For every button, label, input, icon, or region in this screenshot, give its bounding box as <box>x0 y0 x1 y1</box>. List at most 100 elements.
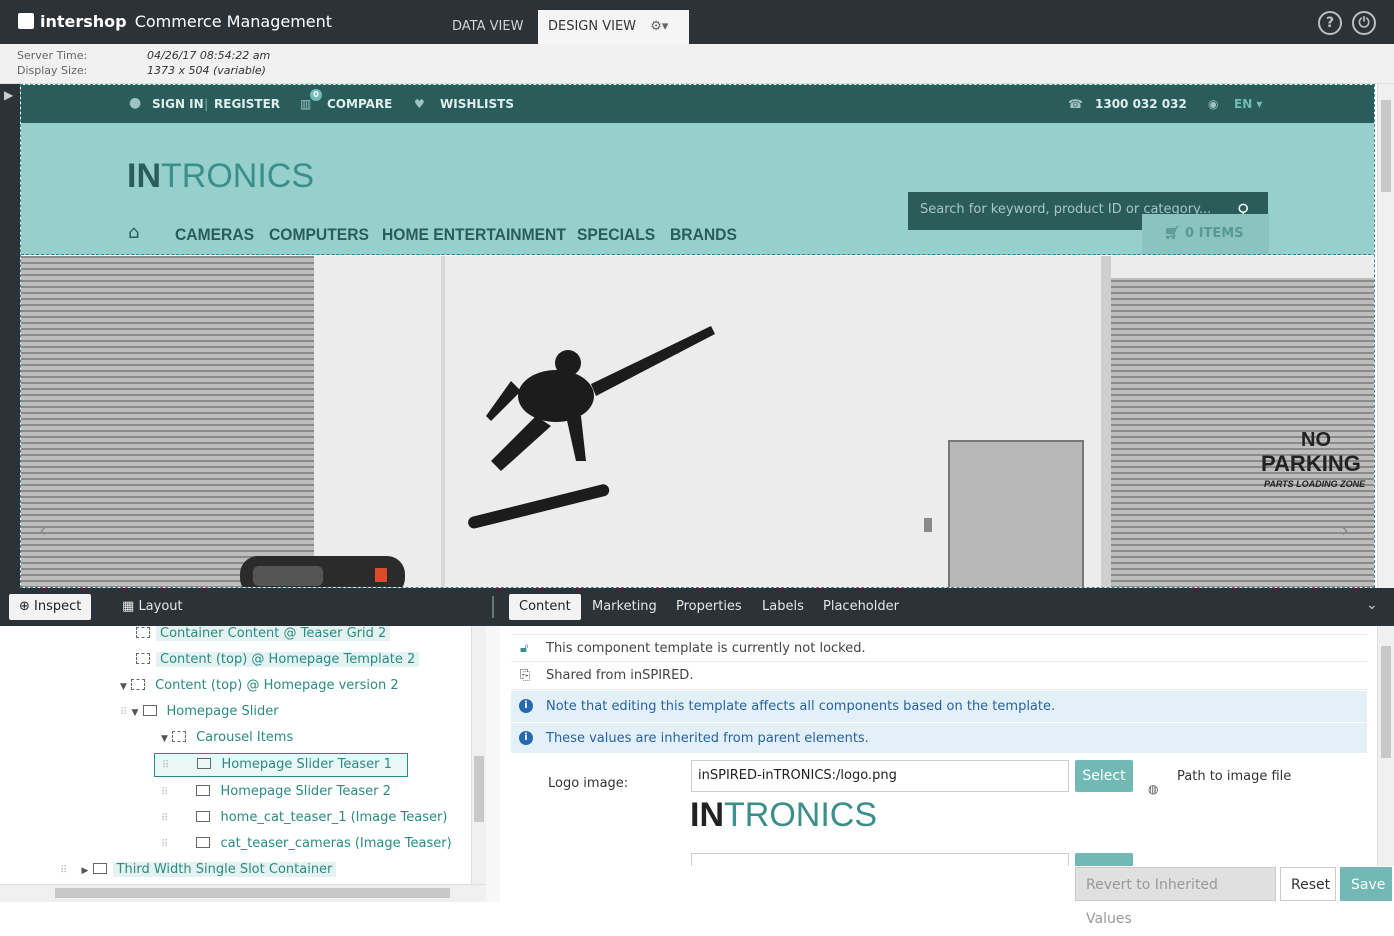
logo-preview-light: TRONICS <box>724 796 877 834</box>
expand-arrow-icon[interactable]: ▶ <box>81 866 88 876</box>
nav-specials[interactable]: SPECIALS <box>577 225 655 245</box>
preview-scroll-thumb[interactable] <box>1381 100 1391 192</box>
intronics-logo[interactable]: INTRONICS <box>127 157 314 196</box>
next-select-button[interactable] <box>1075 853 1133 866</box>
tree-scroll-thumb[interactable] <box>474 756 484 822</box>
info-icon: i <box>519 699 533 713</box>
logo-light: TRONICS <box>161 157 314 195</box>
expand-arrow-icon[interactable]: ▼ <box>131 708 138 718</box>
sign-in-link[interactable]: SIGN IN <box>152 97 204 111</box>
tab-design-label: DESIGN VIEW <box>548 19 637 34</box>
shared-row: ⎘ Shared from inSPIRED. <box>511 662 1367 690</box>
panel-scroll-thumb[interactable] <box>1381 646 1391 758</box>
server-info-bar: Server Time: 04/26/17 08:54:22 am Displa… <box>0 44 1394 84</box>
inspect-button[interactable]: ⊕ Inspect <box>9 594 92 620</box>
tree-node[interactable]: ▼ Carousel Items <box>161 728 297 748</box>
tree-node[interactable]: Container Content @ Teaser Grid 2 <box>136 626 391 644</box>
shared-text: Shared from inSPIRED. <box>546 668 694 683</box>
drag-handle-icon[interactable]: ⠿ <box>161 813 168 824</box>
language-selector[interactable]: EN ▾ <box>1234 97 1262 111</box>
tree-hscrollbar[interactable] <box>0 884 486 902</box>
hero-slider[interactable]: NO PARKING PARTS LOADING ZONE ‹ › <box>21 256 1374 587</box>
tree-node-label: cat_teaser_cameras (Image Teaser) <box>220 836 452 851</box>
collapse-chevron-icon[interactable]: ⌄ <box>1366 597 1378 613</box>
container-icon <box>136 627 150 638</box>
tree-node[interactable]: ⠿ home_cat_teaser_1 (Image Teaser) <box>161 808 451 828</box>
tab-properties[interactable]: Properties <box>666 594 752 620</box>
tab-placeholder[interactable]: Placeholder <box>813 594 909 620</box>
separator: | <box>204 97 209 111</box>
component-icon <box>196 811 211 822</box>
tab-design-view[interactable]: DESIGN VIEW ⚙▾ <box>538 10 689 44</box>
tab-data-view[interactable]: DATA VIEW <box>442 10 533 44</box>
path-hint: Path to image file <box>1177 769 1292 784</box>
revert-button[interactable]: Revert to Inherited Values <box>1075 867 1276 927</box>
brand-product: Commerce Management <box>134 12 333 31</box>
globe-icon: ◉ <box>1208 97 1219 111</box>
tree-node[interactable]: ⠿ ▶ Third Width Single Slot Container <box>60 860 337 880</box>
next-input[interactable] <box>691 853 1069 866</box>
preview-scrollbar[interactable] <box>1377 84 1394 588</box>
display-size-value: 1373 x 504 (variable) <box>147 64 266 77</box>
expand-icon[interactable]: ▶ <box>4 88 13 102</box>
drag-handle-icon[interactable]: ⠿ <box>120 707 127 718</box>
container-icon <box>172 731 187 742</box>
reset-button[interactable]: Reset <box>1280 867 1336 901</box>
logo-preview: INTRONICS <box>690 796 877 835</box>
tree-node[interactable]: ▼ Content (top) @ Homepage version 2 <box>120 676 403 696</box>
gear-icon[interactable]: ⚙▾ <box>650 19 668 34</box>
help-icon[interactable]: ? <box>1318 11 1342 35</box>
drag-handle-icon[interactable]: ⠿ <box>60 865 67 876</box>
drag-handle-icon[interactable]: ⠿ <box>161 787 168 798</box>
editor-toolbar: ⊕ Inspect ▦ Layout Content Marketing Pro… <box>0 588 1394 626</box>
drag-handle-icon[interactable]: ⠿ <box>162 760 169 771</box>
lock-status-row: 🔓︎ This component template is currently n… <box>511 634 1367 662</box>
display-size-label: Display Size: <box>17 64 88 77</box>
drag-handle-icon[interactable]: ⠿ <box>161 839 168 850</box>
component-icon <box>197 758 212 769</box>
compare-link[interactable]: COMPARE <box>327 97 392 111</box>
shared-icon: ⎘ <box>520 668 531 683</box>
home-icon[interactable]: ⌂ <box>128 222 139 243</box>
nav-brands[interactable]: BRANDS <box>670 225 737 245</box>
tab-marketing[interactable]: Marketing <box>582 594 667 620</box>
logo-image-input[interactable]: inSPIRED-inTRONICS:/logo.png <box>691 760 1069 792</box>
server-time-value: 04/26/17 08:54:22 am <box>147 49 271 62</box>
app-header: intershop Commerce Management DATA VIEW … <box>0 0 1394 44</box>
tree-node-selected[interactable]: ⠿ Homepage Slider Teaser 1 <box>154 753 408 777</box>
logo-image-label: Logo image: <box>548 776 629 791</box>
tree-node[interactable]: ⠿ cat_teaser_cameras (Image Teaser) <box>161 834 456 854</box>
tree-node-label: Carousel Items <box>196 730 294 745</box>
tree-node-label: Homepage Slider Teaser 1 <box>221 757 392 772</box>
select-button[interactable]: Select <box>1075 760 1133 792</box>
expand-arrow-icon[interactable]: ▼ <box>120 682 127 692</box>
tree-node[interactable]: Content (top) @ Homepage Template 2 <box>136 650 420 670</box>
tree-node[interactable]: ⠿ ▼ Homepage Slider <box>120 702 283 722</box>
wishlists-link[interactable]: WISHLISTS <box>440 97 514 111</box>
nav-cameras[interactable]: CAMERAS <box>175 225 254 245</box>
layout-button[interactable]: ▦ Layout <box>112 594 193 620</box>
inherit-row: i These values are inherited from parent … <box>511 722 1367 753</box>
register-link[interactable]: REGISTER <box>214 97 280 111</box>
tab-content[interactable]: Content <box>509 594 581 620</box>
pane-splitter[interactable] <box>486 626 500 902</box>
slider-prev-icon[interactable]: ‹ <box>39 518 47 542</box>
component-icon <box>196 785 211 796</box>
tree-node-label: Homepage Slider Teaser 2 <box>220 784 391 799</box>
tree-scrollbar[interactable] <box>471 626 486 884</box>
logo-bold: IN <box>127 157 161 195</box>
container-icon <box>136 653 150 664</box>
shop-header: INTRONICS Search for keyword, product ID… <box>21 123 1374 255</box>
panel-scrollbar[interactable] <box>1377 626 1394 866</box>
nav-computers[interactable]: COMPUTERS <box>269 225 369 245</box>
slider-next-icon[interactable]: › <box>1341 518 1349 542</box>
cart-button[interactable]: 🛒︎ 0 ITEMS <box>1142 214 1269 254</box>
tree-node[interactable]: ⠿ Homepage Slider Teaser 2 <box>161 782 395 802</box>
tree-hscroll-thumb[interactable] <box>55 888 450 898</box>
power-icon[interactable]: ⏻ <box>1352 11 1376 35</box>
save-button[interactable]: Save <box>1340 867 1392 901</box>
tab-labels[interactable]: Labels <box>752 594 814 620</box>
expand-arrow-icon[interactable]: ▼ <box>161 734 168 744</box>
nav-home-entertainment[interactable]: HOME ENTERTAINMENT <box>382 225 566 245</box>
logo-preview-bold: IN <box>690 796 724 834</box>
